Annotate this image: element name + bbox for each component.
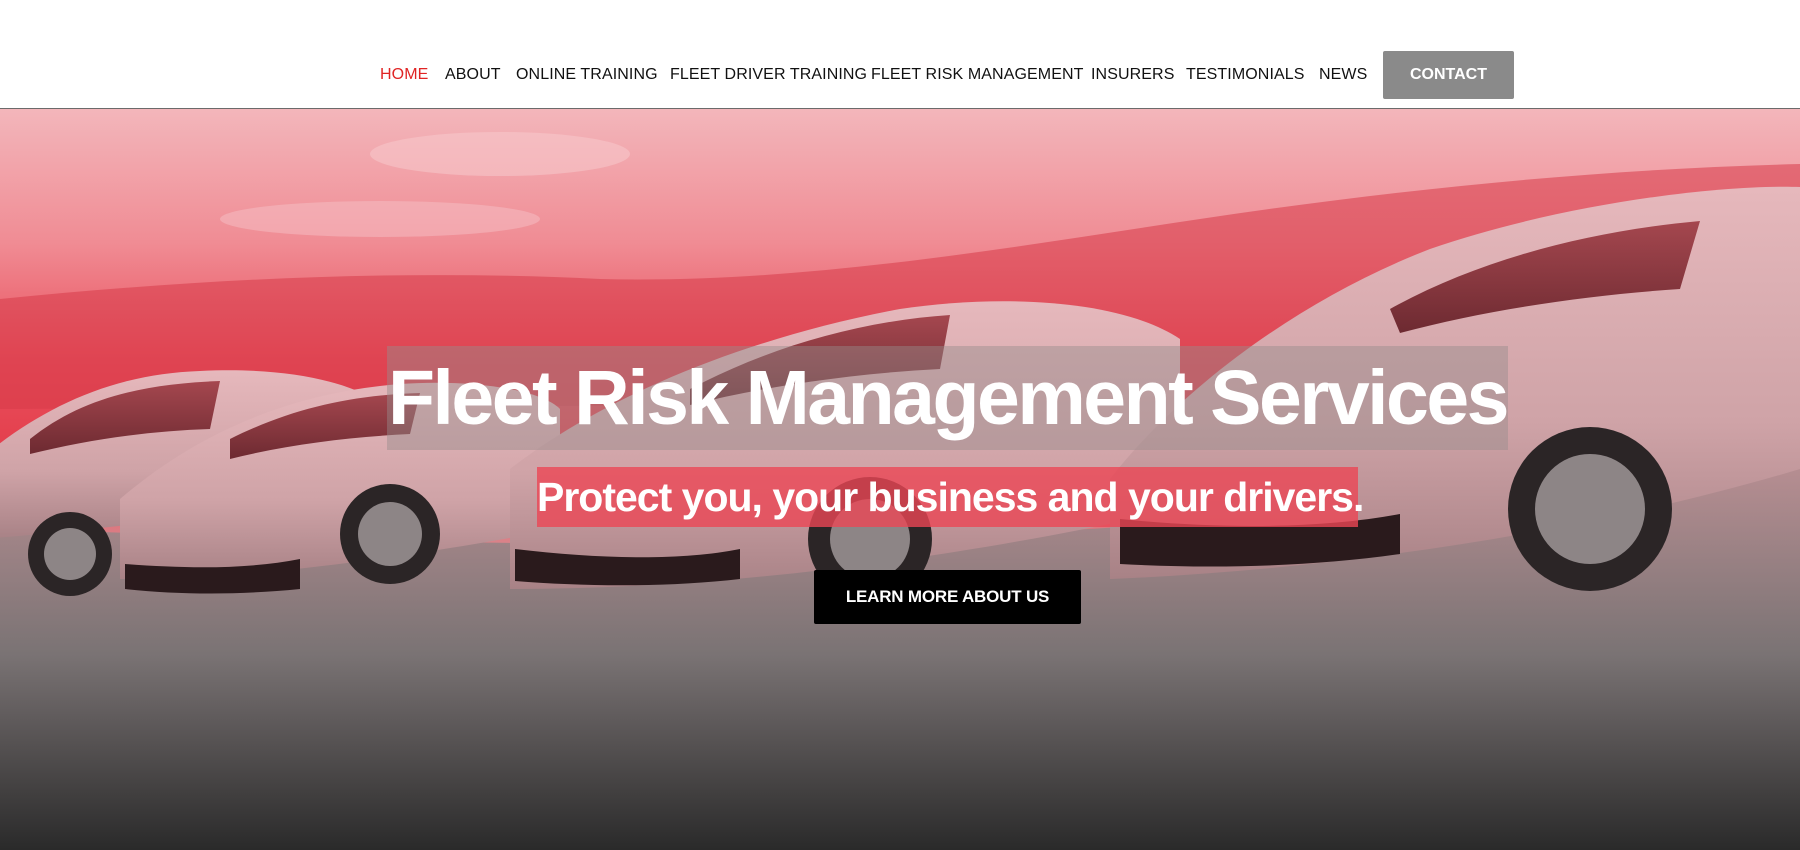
nav-item-about[interactable]: ABOUT bbox=[445, 66, 501, 84]
site-header: HOME ABOUT ONLINE TRAINING FLEET DRIVER … bbox=[0, 0, 1800, 109]
nav-item-fleet-driver-training[interactable]: FLEET DRIVER TRAINING bbox=[670, 66, 867, 84]
cloud-shape bbox=[370, 132, 630, 176]
main-nav: HOME ABOUT ONLINE TRAINING FLEET DRIVER … bbox=[0, 51, 1800, 99]
nav-item-testimonials[interactable]: TESTIMONIALS bbox=[1186, 66, 1305, 84]
nav-item-news[interactable]: NEWS bbox=[1319, 66, 1367, 84]
contact-button[interactable]: CONTACT bbox=[1383, 51, 1514, 99]
learn-more-button[interactable]: LEARN MORE ABOUT US bbox=[814, 570, 1081, 624]
nav-item-home[interactable]: HOME bbox=[380, 66, 428, 84]
hero-banner: Fleet Risk Management Services Protect y… bbox=[0, 109, 1800, 850]
cloud-shape bbox=[220, 201, 540, 237]
hero-subtitle: Protect you, your business and your driv… bbox=[537, 474, 1364, 520]
hero-title: Fleet Risk Management Services bbox=[387, 355, 1510, 441]
nav-item-insurers[interactable]: INSURERS bbox=[1091, 66, 1174, 84]
nav-item-fleet-risk-management[interactable]: FLEET RISK MANAGEMENT bbox=[871, 66, 1084, 84]
nav-item-online-training[interactable]: ONLINE TRAINING bbox=[516, 66, 658, 84]
